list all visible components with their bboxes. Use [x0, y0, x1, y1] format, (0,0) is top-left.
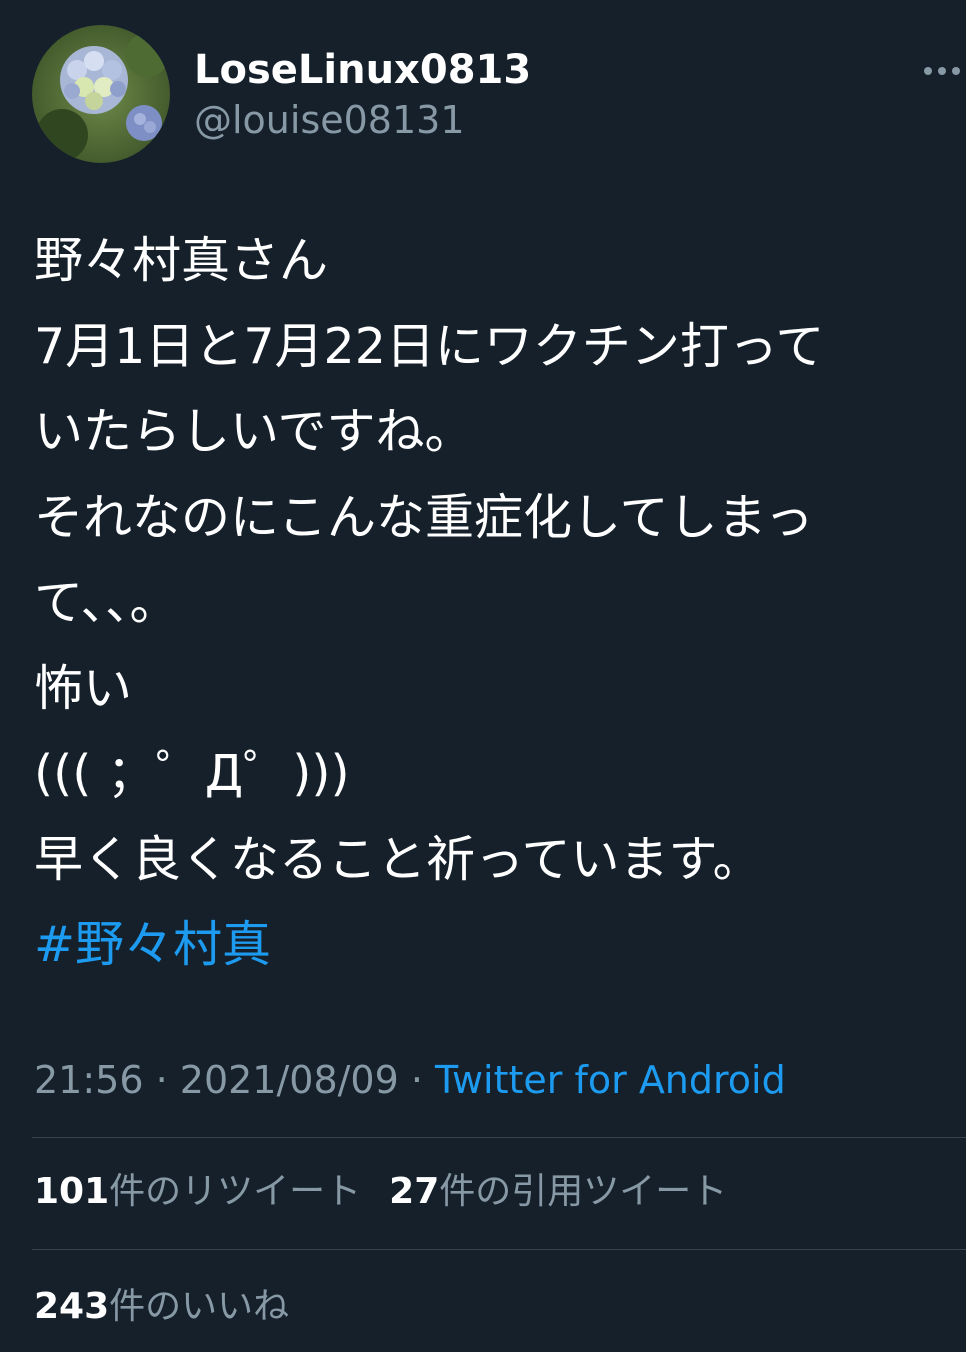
tweet-line: 早く良くなること祈っています。 [34, 830, 762, 888]
tweet-line: 怖い [34, 659, 133, 717]
hashtag-link[interactable]: #野々村真 [34, 902, 954, 988]
meta-separator: · [398, 1058, 436, 1102]
tweet-meta: 21:56 · 2021/08/09 · Twitter for Android [34, 1055, 786, 1105]
likes-stats-row: 243件のいいね [34, 1282, 317, 1332]
retweets-label: 件のリツイート [109, 1171, 362, 1212]
user-handle[interactable]: @louise08131 [194, 96, 465, 144]
tweet-line: 7月1日と7月22日にワクチン打って [34, 317, 825, 375]
likes-stat[interactable]: 243件のいいね [34, 1282, 289, 1332]
quote-tweets-count: 27 [389, 1171, 440, 1212]
quote-tweets-label: 件の引用ツイート [439, 1171, 728, 1212]
retweets-stat[interactable]: 101件のリツイート [34, 1167, 361, 1217]
tweet-source-link[interactable]: Twitter for Android [435, 1058, 786, 1102]
divider [32, 1249, 966, 1250]
tweet-line: それなのにこんな重症化してしまっ [34, 488, 814, 546]
engagement-stats-row: 101件のリツイート 27件の引用ツイート [34, 1167, 755, 1217]
meta-separator: · [143, 1058, 180, 1102]
likes-label: 件のいいね [109, 1286, 290, 1327]
tweet-text: 野々村真さん 7月1日と7月22日にワクチン打って いたらしいですね。 それなの… [34, 218, 954, 988]
more-options-button[interactable] [918, 55, 966, 85]
tweet-line: ((( ；゜Д゜))) [34, 745, 350, 802]
display-name[interactable]: LoseLinux0813 [194, 46, 531, 94]
likes-count: 243 [34, 1286, 110, 1327]
avatar[interactable] [32, 25, 170, 163]
divider [32, 1137, 966, 1138]
tweet-line: て、、。 [34, 574, 179, 631]
tweet-time[interactable]: 21:56 [34, 1058, 144, 1102]
more-horizontal-icon [922, 61, 962, 80]
tweet-line: いたらしいですね。 [34, 403, 474, 460]
tweet-line: 野々村真さん [34, 232, 329, 289]
tweet-date[interactable]: 2021/08/09 [180, 1058, 399, 1102]
retweets-count: 101 [34, 1171, 110, 1212]
quote-tweets-stat[interactable]: 27件の引用ツイート [389, 1167, 727, 1217]
